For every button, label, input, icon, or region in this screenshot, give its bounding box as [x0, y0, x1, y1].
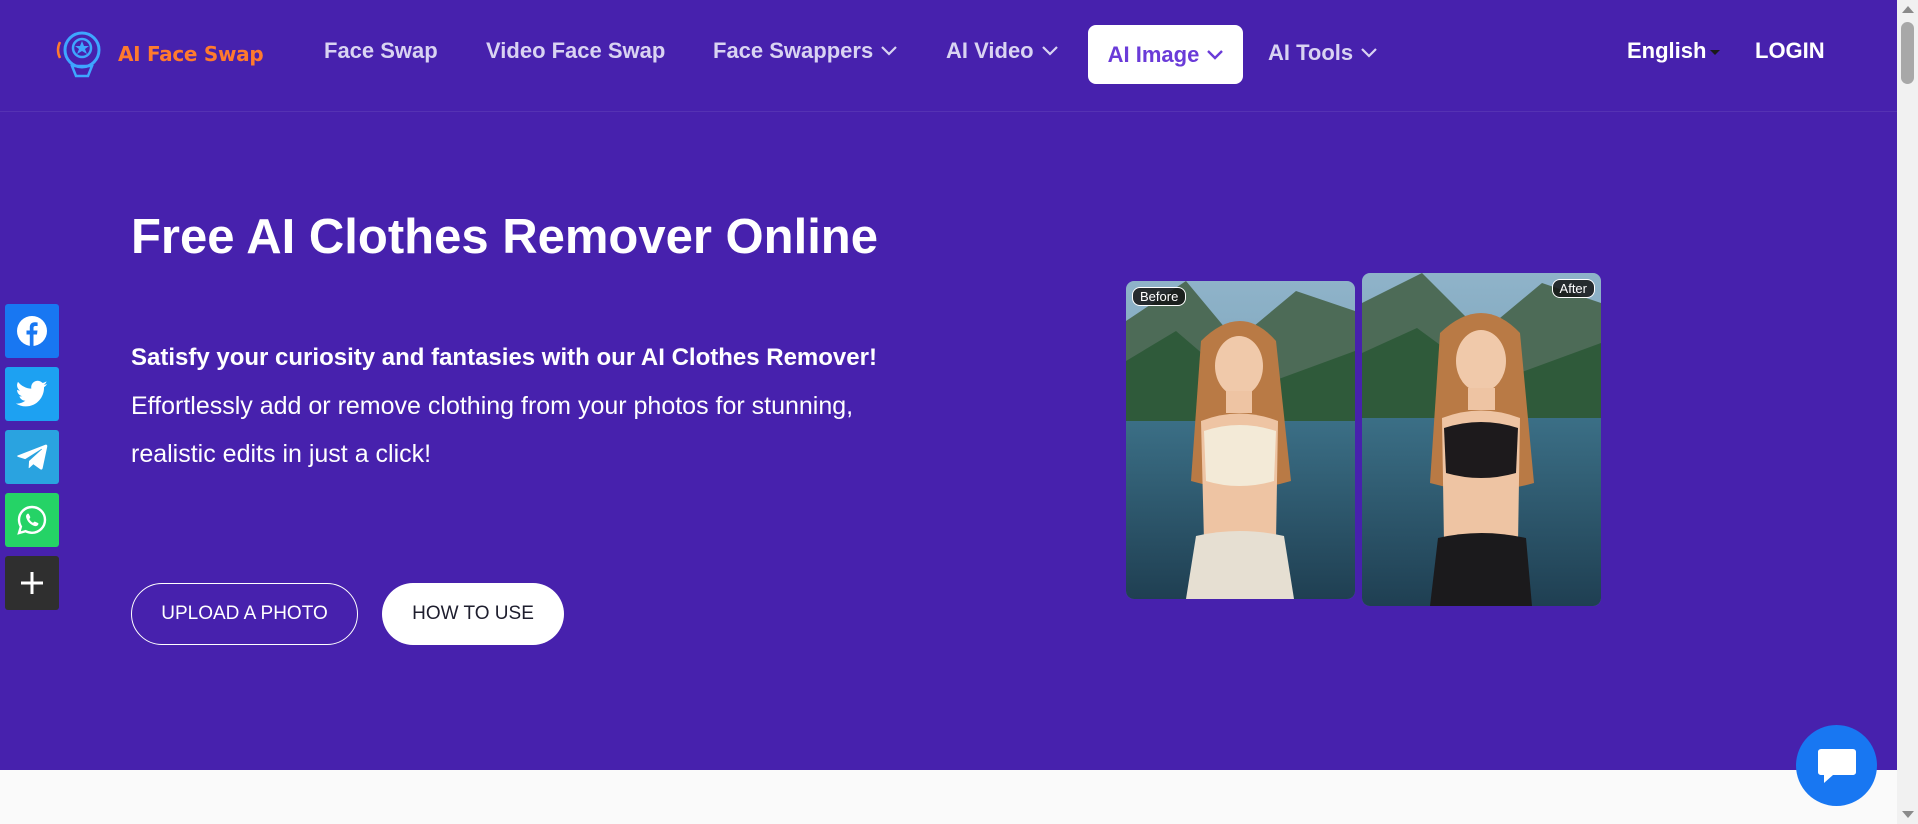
nav-video-face-swap-label: Video Face Swap — [486, 38, 666, 63]
nav-ai-image-label: AI Image — [1107, 41, 1200, 67]
page-title: Free AI Clothes Remover Online — [131, 210, 878, 264]
nav-face-swappers-label: Face Swappers — [713, 38, 874, 63]
facebook-icon — [17, 316, 47, 346]
vertical-scrollbar[interactable] — [1897, 0, 1918, 824]
upload-photo-button[interactable]: UPLOAD A PHOTO — [131, 583, 358, 645]
logo-icon — [56, 31, 101, 78]
caret-down-icon — [1710, 49, 1721, 55]
how-to-use-button[interactable]: HOW TO USE — [382, 583, 564, 645]
share-facebook-button[interactable] — [5, 304, 59, 358]
top-navigation: AI Face Swap Face Swap Video Face Swap F… — [0, 0, 1897, 112]
plus-icon — [21, 572, 43, 594]
scroll-up-arrow-icon[interactable] — [1902, 6, 1914, 13]
language-selector[interactable]: English — [1627, 38, 1721, 64]
telegram-icon — [17, 444, 48, 470]
scrollbar-thumb[interactable] — [1901, 22, 1914, 84]
nav-ai-video[interactable]: AI Video — [946, 38, 1058, 64]
nav-ai-video-label: AI Video — [946, 38, 1034, 63]
nav-face-swap[interactable]: Face Swap — [324, 38, 438, 64]
nav-video-face-swap[interactable]: Video Face Swap — [486, 38, 665, 64]
share-more-button[interactable] — [5, 556, 59, 610]
chevron-down-icon — [881, 46, 897, 56]
login-link[interactable]: LOGIN — [1755, 38, 1825, 64]
logo-text: AI Face Swap — [118, 42, 264, 66]
share-whatsapp-button[interactable] — [5, 493, 59, 547]
chat-widget-button[interactable] — [1796, 725, 1877, 806]
chat-bubble-icon — [1817, 748, 1856, 783]
chevron-down-icon — [1041, 46, 1058, 56]
nav-ai-tools-label: AI Tools — [1268, 40, 1354, 65]
hero-subtitle-line-1: Effortlessly add or remove clothing from… — [131, 392, 854, 420]
nav-ai-image[interactable]: AI Image — [1088, 25, 1243, 84]
nav-ai-tools[interactable]: AI Tools — [1268, 40, 1377, 66]
chevron-down-icon — [1361, 48, 1377, 58]
nav-face-swap-label: Face Swap — [324, 38, 438, 63]
after-photo-illustration — [1362, 273, 1601, 606]
hero-section: AI Face Swap Face Swap Video Face Swap F… — [0, 0, 1897, 770]
scroll-down-arrow-icon[interactable] — [1902, 811, 1914, 818]
before-photo-illustration — [1126, 281, 1355, 599]
language-label: English — [1627, 38, 1707, 63]
twitter-icon — [16, 380, 48, 407]
site-logo[interactable]: AI Face Swap — [52, 28, 264, 80]
nav-face-swappers[interactable]: Face Swappers — [713, 38, 897, 64]
share-telegram-button[interactable] — [5, 430, 59, 484]
after-tag: After — [1551, 279, 1595, 298]
share-twitter-button[interactable] — [5, 367, 59, 421]
before-image: Before — [1126, 281, 1355, 599]
whatsapp-icon — [17, 505, 47, 535]
chevron-down-icon — [1207, 49, 1224, 60]
before-tag: Before — [1132, 287, 1187, 306]
after-image: After — [1362, 273, 1601, 606]
hero-subtitle-line-2: realistic edits in just a click! — [131, 440, 432, 468]
hero-subtitle-bold: Satisfy your curiosity and fantasies wit… — [131, 344, 877, 371]
